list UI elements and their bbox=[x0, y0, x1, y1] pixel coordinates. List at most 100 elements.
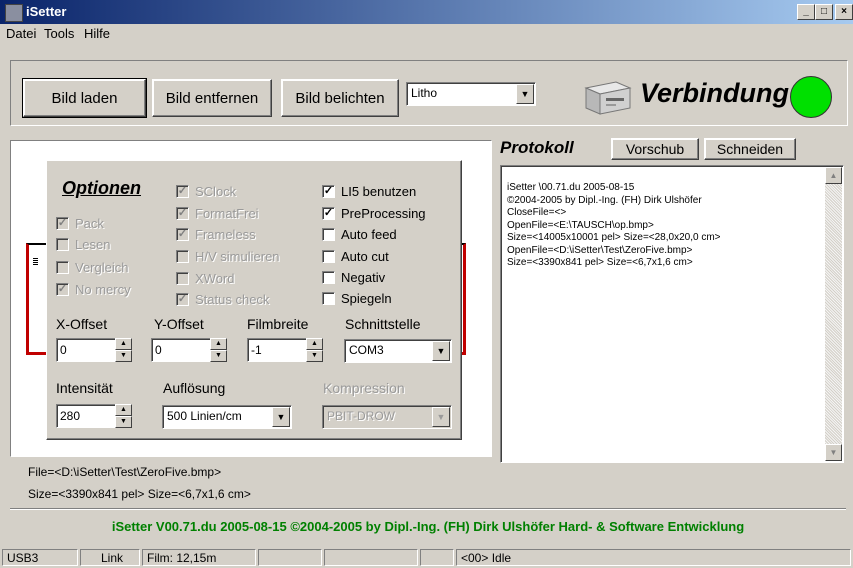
checkbox-vergleich[interactable]: Vergleich bbox=[56, 260, 128, 275]
log-line: OpenFile=<E:\TAUSCH\op.bmp> bbox=[507, 219, 654, 231]
resolution-select[interactable]: 500 Linien/cm ▼ bbox=[162, 405, 292, 429]
checkbox-box[interactable] bbox=[322, 271, 335, 284]
checkbox-negativ[interactable]: Negativ bbox=[322, 270, 385, 285]
checkbox-box[interactable] bbox=[322, 292, 335, 305]
spin-up-icon[interactable]: ▲ bbox=[306, 338, 323, 350]
checkbox-spiegeln[interactable]: Spiegeln bbox=[322, 291, 392, 306]
checkbox-no-mercy[interactable]: ✓ No mercy bbox=[56, 282, 131, 297]
log-line: iSetter \00.71.du 2005-08-15 bbox=[507, 182, 635, 193]
interface-select-value: COM3 bbox=[349, 343, 384, 357]
spin-up-icon[interactable]: ▲ bbox=[115, 338, 132, 350]
checkbox-box[interactable]: ✓ bbox=[56, 283, 69, 296]
checkbox-box[interactable]: ✓ bbox=[56, 217, 69, 230]
x-offset-label: X-Offset bbox=[56, 316, 108, 332]
checkbox-box[interactable]: ✓ bbox=[176, 228, 189, 241]
vertical-scrollbar[interactable]: ▲ ▼ bbox=[825, 167, 842, 461]
load-image-button[interactable]: Bild laden bbox=[22, 78, 147, 118]
spin-down-icon[interactable]: ▼ bbox=[210, 350, 227, 362]
checkbox-auto-feed[interactable]: Auto feed bbox=[322, 227, 397, 242]
scroll-down-icon[interactable]: ▼ bbox=[825, 444, 842, 461]
close-button[interactable]: × bbox=[835, 4, 853, 20]
checkbox-auto-cut[interactable]: Auto cut bbox=[322, 249, 389, 264]
printer-icon bbox=[582, 74, 634, 118]
mode-select-value: Litho bbox=[411, 86, 438, 100]
status-link: Link bbox=[80, 549, 140, 566]
expose-image-button[interactable]: Bild belichten bbox=[281, 79, 399, 117]
checkbox-box[interactable] bbox=[56, 261, 69, 274]
app-icon[interactable] bbox=[5, 4, 23, 22]
x-offset-stepper[interactable]: 0 ▲ ▼ bbox=[56, 338, 132, 362]
checkbox-box[interactable] bbox=[176, 272, 189, 285]
checkbox-xword[interactable]: XWord bbox=[176, 271, 235, 286]
spin-down-icon[interactable]: ▼ bbox=[115, 416, 132, 428]
checkbox-label: Vergleich bbox=[75, 260, 129, 275]
compression-select-value: PBIT-DROW bbox=[327, 409, 395, 423]
checkbox-status-check[interactable]: ✓ Status check bbox=[176, 292, 269, 307]
checkbox-box[interactable] bbox=[176, 250, 189, 263]
scroll-up-icon[interactable]: ▲ bbox=[825, 167, 842, 184]
chevron-down-icon[interactable]: ▼ bbox=[516, 84, 534, 104]
menu-datei[interactable]: Datei bbox=[6, 26, 36, 41]
film-width-label: Filmbreite bbox=[247, 316, 309, 332]
interface-label: Schnittstelle bbox=[345, 316, 421, 332]
intensity-stepper[interactable]: 280 ▲ ▼ bbox=[56, 404, 132, 428]
image-preview-marker bbox=[33, 258, 38, 265]
menu-bar: Datei Tools Hilfe bbox=[0, 24, 853, 44]
remove-image-button[interactable]: Bild entfernen bbox=[152, 79, 272, 117]
cut-button[interactable]: Schneiden bbox=[704, 138, 796, 160]
checkbox-li5-benutzen[interactable]: ✓ LI5 benutzen bbox=[322, 184, 416, 199]
log-line: OpenFile=<D:\iSetter\Test\ZeroFive.bmp> bbox=[507, 244, 693, 256]
checkbox-box[interactable] bbox=[322, 228, 335, 241]
status-film: Film: 12,15m bbox=[142, 549, 256, 566]
checkbox-label: Frameless bbox=[195, 227, 256, 242]
resolution-select-value: 500 Linien/cm bbox=[167, 409, 242, 423]
checkbox-formatfrei[interactable]: ✓ FormatFrei bbox=[176, 206, 259, 221]
checkbox-frameless[interactable]: ✓ Frameless bbox=[176, 227, 256, 242]
y-offset-value: 0 bbox=[155, 343, 162, 357]
checkbox-label: No mercy bbox=[75, 282, 131, 297]
spin-up-icon[interactable]: ▲ bbox=[210, 338, 227, 350]
checkbox-hv-simulieren[interactable]: H/V simulieren bbox=[176, 249, 280, 264]
intensity-label: Intensität bbox=[56, 380, 113, 396]
log-line: Size=<14005x10001 pel> Size=<28,0x20,0 c… bbox=[507, 232, 721, 243]
intensity-value: 280 bbox=[60, 409, 81, 423]
feed-button[interactable]: Vorschub bbox=[611, 138, 699, 160]
x-offset-value: 0 bbox=[60, 343, 67, 357]
spin-down-icon[interactable]: ▼ bbox=[306, 350, 323, 362]
menu-tools[interactable]: Tools bbox=[44, 26, 74, 41]
checkbox-pack[interactable]: ✓ Pack bbox=[56, 216, 104, 231]
window-title: iSetter bbox=[26, 4, 67, 19]
interface-select[interactable]: COM3 ▼ bbox=[344, 339, 452, 363]
chevron-down-icon[interactable]: ▼ bbox=[272, 407, 290, 427]
chevron-down-icon: ▼ bbox=[432, 407, 450, 427]
film-width-value: -1 bbox=[251, 343, 262, 357]
checkbox-label: Status check bbox=[195, 292, 270, 307]
chevron-down-icon[interactable]: ▼ bbox=[432, 341, 450, 361]
footer-banner: iSetter V00.71.du 2005-08-15 ©2004-2005 … bbox=[111, 519, 745, 534]
checkbox-label: SClock bbox=[195, 184, 237, 199]
checkbox-preprocessing[interactable]: ✓ PreProcessing bbox=[322, 206, 426, 221]
y-offset-stepper[interactable]: 0 ▲ ▼ bbox=[151, 338, 227, 362]
maximize-button[interactable]: □ bbox=[815, 4, 833, 20]
protocol-log[interactable]: iSetter \00.71.du 2005-08-15 ©2004-2005 … bbox=[500, 165, 844, 463]
checkbox-box[interactable] bbox=[56, 238, 69, 251]
checkbox-sclock[interactable]: ✓ SClock bbox=[176, 184, 236, 199]
checkbox-label: Auto feed bbox=[341, 227, 397, 242]
checkbox-box[interactable]: ✓ bbox=[176, 293, 189, 306]
menu-hilfe[interactable]: Hilfe bbox=[84, 26, 110, 41]
connection-label: Verbindung bbox=[640, 78, 789, 108]
checkbox-box[interactable]: ✓ bbox=[322, 207, 335, 220]
checkbox-box[interactable]: ✓ bbox=[176, 207, 189, 220]
checkbox-box[interactable] bbox=[322, 250, 335, 263]
checkbox-label: Lesen bbox=[75, 237, 111, 252]
mode-select[interactable]: Litho ▼ bbox=[406, 82, 536, 106]
spin-up-icon[interactable]: ▲ bbox=[115, 404, 132, 416]
checkbox-box[interactable]: ✓ bbox=[176, 185, 189, 198]
minimize-button[interactable]: _ bbox=[797, 4, 815, 20]
checkbox-label: Spiegeln bbox=[341, 291, 392, 306]
film-width-stepper[interactable]: -1 ▲ ▼ bbox=[247, 338, 323, 362]
spin-down-icon[interactable]: ▼ bbox=[115, 350, 132, 362]
checkbox-box[interactable]: ✓ bbox=[322, 185, 335, 198]
log-line: CloseFile=<> bbox=[507, 207, 567, 218]
checkbox-lesen[interactable]: Lesen bbox=[56, 237, 110, 252]
